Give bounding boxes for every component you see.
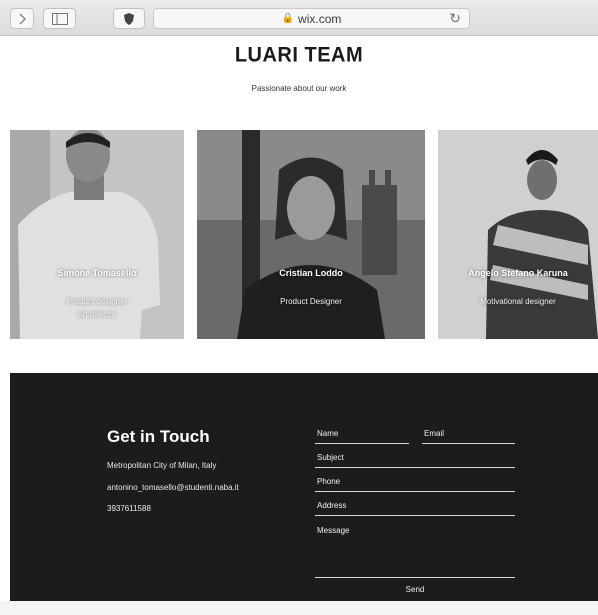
message-field[interactable]: Message — [315, 526, 515, 578]
team-member-name: Angelo Stefano Karuna — [468, 268, 568, 278]
team-member-role: Product Designer — [280, 297, 342, 306]
contact-heading: Get in Touch — [107, 427, 210, 446]
privacy-report-button[interactable] — [113, 8, 145, 29]
contact-section: Get in Touch Metropolitan City of Milan,… — [10, 373, 598, 601]
address-bar[interactable]: 🔒 wix.com ↻ — [153, 8, 470, 29]
email-field[interactable]: Email — [422, 429, 515, 444]
contact-address: Metropolitan City of Milan, Italy — [107, 461, 217, 470]
address-field[interactable]: Address — [315, 501, 515, 516]
page-title: LUARI TEAM — [234, 43, 364, 67]
team-card-cristian: Cristian Loddo Product Designer — [197, 130, 425, 339]
name-field[interactable]: Name — [315, 429, 409, 444]
shield-icon — [124, 12, 134, 25]
forward-button[interactable] — [10, 8, 34, 29]
contact-phone: 3937611588 — [107, 504, 151, 513]
sidebar-icon — [51, 12, 68, 25]
chevron-right-icon — [19, 12, 27, 25]
team-member-role: Product designer Art director — [66, 297, 128, 319]
phone-field[interactable]: Phone — [315, 477, 515, 492]
contact-email[interactable]: antonino_tomasello@studenti.naba.it — [107, 483, 239, 492]
page-subtitle: Passionate about our work — [251, 84, 347, 93]
team-member-name: Simone Tomasello — [57, 268, 137, 278]
subject-field[interactable]: Subject — [315, 453, 515, 468]
team-card-simone: Simone Tomasello Product designer Art di… — [10, 130, 184, 339]
sidebar-toggle-button[interactable] — [43, 8, 76, 29]
team-card-angelo: Angelo Stefano Karuna Motivational desig… — [438, 130, 598, 339]
reload-icon[interactable]: ↻ — [449, 10, 461, 27]
team-member-role: Motivational designer — [480, 297, 556, 306]
browser-toolbar: 🔒 wix.com ↻ — [0, 0, 598, 36]
lock-icon: 🔒 — [281, 13, 295, 24]
page-bottom-strip — [0, 601, 598, 615]
url-text: wix.com — [298, 11, 342, 26]
team-member-name: Cristian Loddo — [279, 268, 343, 278]
send-button[interactable]: Send — [315, 585, 515, 594]
